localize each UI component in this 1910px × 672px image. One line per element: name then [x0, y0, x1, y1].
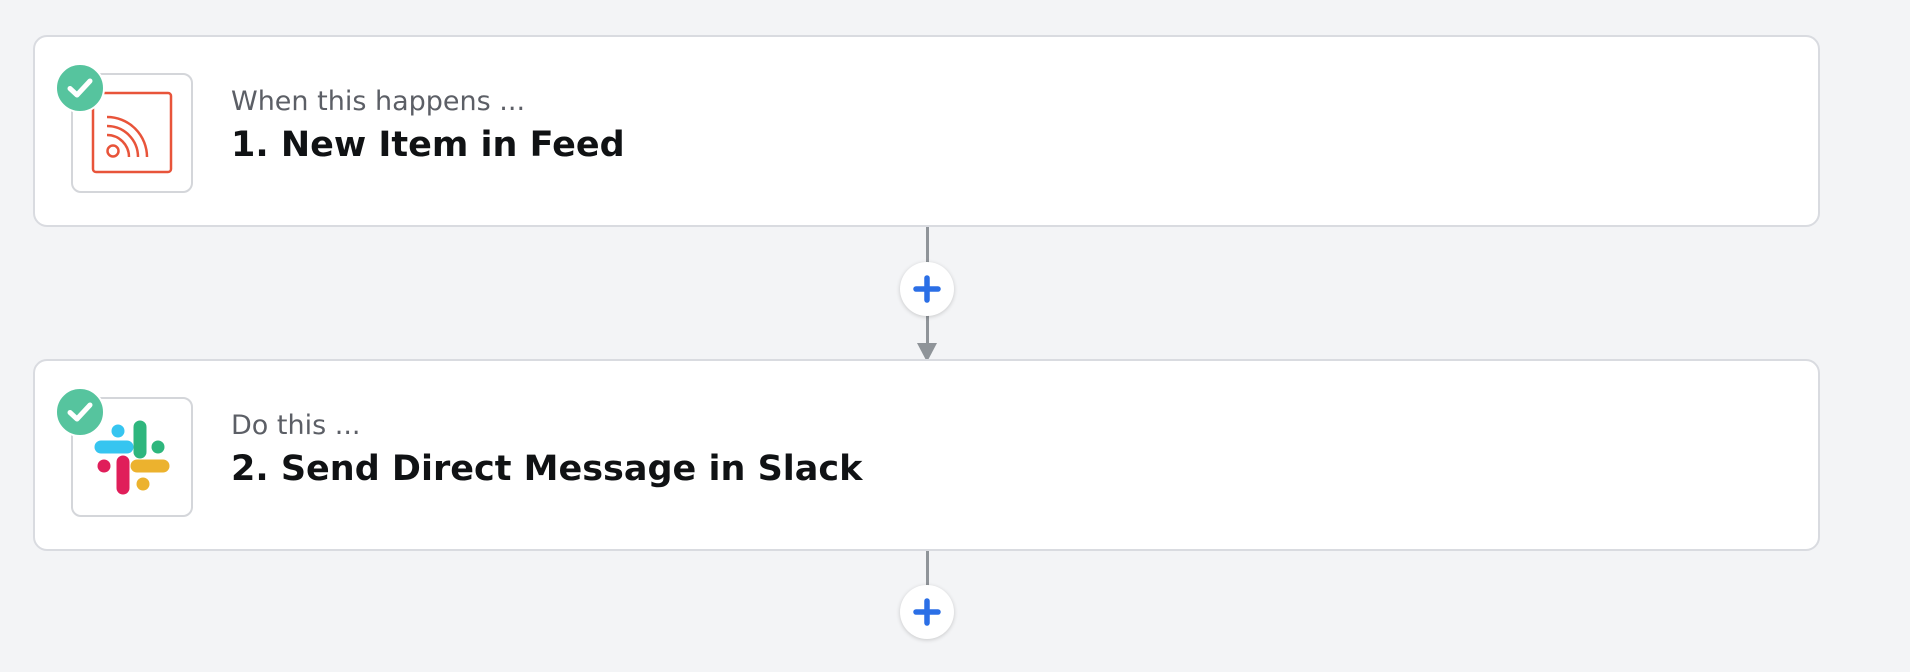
step-label: Do this ...: [231, 410, 361, 441]
step-label: When this happens ...: [231, 86, 526, 117]
step-card-action[interactable]: Do this ... 2. Send Direct Message in Sl…: [33, 359, 1820, 551]
step-title: 2. Send Direct Message in Slack: [231, 449, 863, 489]
add-step-button[interactable]: [900, 585, 954, 639]
step-title: 1. New Item in Feed: [231, 125, 625, 165]
checkmark-icon: [55, 63, 105, 113]
plus-icon: [913, 598, 941, 626]
add-step-button[interactable]: [900, 262, 954, 316]
checkmark-icon: [55, 387, 105, 437]
plus-icon: [913, 275, 941, 303]
step-card-trigger[interactable]: When this happens ... 1. New Item in Fee…: [33, 35, 1820, 227]
zap-editor-canvas: When this happens ... 1. New Item in Fee…: [0, 0, 1910, 672]
